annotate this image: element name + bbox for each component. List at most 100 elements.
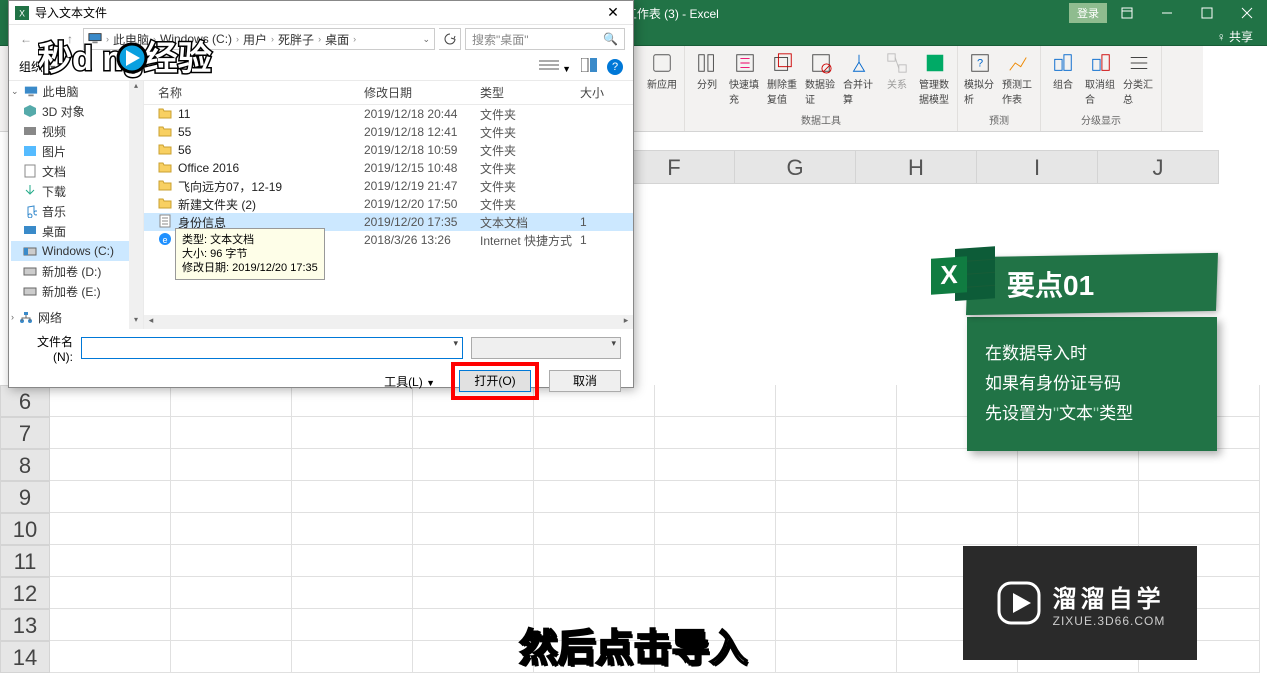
- pc-icon: [88, 32, 102, 47]
- row-14[interactable]: 14: [0, 641, 50, 673]
- forecast-sheet-button[interactable]: 预测工作表: [1002, 52, 1034, 106]
- search-icon: 🔍: [603, 32, 618, 46]
- file-row[interactable]: 112019/12/18 20:44文件夹: [144, 105, 633, 123]
- filename-input[interactable]: [81, 337, 463, 359]
- navigation-pane[interactable]: ⌄此电脑 3D 对象 视频 图片 文档 下载 音乐 桌面 Windows (C:…: [9, 81, 144, 329]
- file-date: 2019/12/20 17:50: [364, 197, 480, 211]
- data-validation-button[interactable]: 数据验证: [805, 52, 837, 106]
- nav-network[interactable]: ›网络: [11, 307, 141, 327]
- relationships-button[interactable]: 关系: [881, 52, 913, 91]
- file-type: 文件夹: [480, 160, 580, 177]
- file-row[interactable]: 飞向远方07，12-192019/12/19 21:47文件夹: [144, 177, 633, 195]
- close-icon[interactable]: [1227, 0, 1267, 26]
- breadcrumb[interactable]: ›此电脑 ›Windows (C:) ›用户 ›死胖子 ›桌面 › ⌄: [83, 28, 435, 50]
- col-G[interactable]: G: [735, 150, 856, 184]
- header-size[interactable]: 大小: [580, 84, 633, 101]
- group-button[interactable]: 组合: [1047, 52, 1079, 91]
- nav-downloads[interactable]: 下载: [11, 181, 141, 201]
- ungroup-button[interactable]: 取消组合: [1085, 52, 1117, 106]
- row-8[interactable]: 8: [0, 449, 50, 481]
- folder-icon: [158, 124, 172, 141]
- row-9[interactable]: 9: [0, 481, 50, 513]
- consolidate-button[interactable]: 合并计算: [843, 52, 875, 106]
- nav-drive-d[interactable]: 新加卷 (D:): [11, 261, 141, 281]
- file-date: 2019/12/18 20:44: [364, 107, 480, 121]
- header-type[interactable]: 类型: [480, 84, 580, 101]
- flash-fill-button[interactable]: 快速填充: [729, 52, 761, 106]
- subtotal-button[interactable]: 分类汇总: [1123, 52, 1155, 106]
- back-button[interactable]: ←: [17, 32, 35, 46]
- row-13[interactable]: 13: [0, 609, 50, 641]
- maximize-icon[interactable]: [1187, 0, 1227, 26]
- svg-text:X: X: [940, 259, 958, 290]
- tools-button[interactable]: 工具(L) ▼: [384, 373, 435, 390]
- preview-pane-icon[interactable]: [581, 58, 597, 75]
- file-list-scrollbar[interactable]: ◂▸: [144, 315, 633, 329]
- nav-drive-e[interactable]: 新加卷 (E:): [11, 281, 141, 301]
- svg-text:e: e: [162, 235, 167, 245]
- file-name: 新建文件夹 (2): [178, 196, 256, 213]
- share-button[interactable]: ♀ 共享: [1203, 26, 1267, 47]
- file-type: Internet 快捷方式: [480, 232, 580, 249]
- file-row[interactable]: 新建文件夹 (2) 2019/12/20 17:50文件夹: [144, 195, 633, 213]
- up-button[interactable]: ↑: [61, 32, 79, 46]
- file-type: 文件夹: [480, 178, 580, 195]
- folder-icon: [158, 196, 172, 213]
- what-if-button[interactable]: ?模拟分析: [964, 52, 996, 106]
- search-input[interactable]: 搜索"桌面" 🔍: [465, 28, 625, 50]
- minimize-icon[interactable]: [1147, 0, 1187, 26]
- file-list[interactable]: 名称 修改日期 类型 大小 112019/12/18 20:44文件夹55201…: [144, 81, 633, 329]
- ribbon-display-icon[interactable]: [1107, 0, 1147, 26]
- nav-videos[interactable]: 视频: [11, 121, 141, 141]
- txt-icon: [158, 214, 172, 231]
- file-date: 2019/12/20 17:35: [364, 215, 480, 229]
- row-10[interactable]: 10: [0, 513, 50, 545]
- nav-music[interactable]: 音乐: [11, 201, 141, 221]
- file-row[interactable]: Office 20162019/12/15 10:48文件夹: [144, 159, 633, 177]
- view-mode-icon[interactable]: ▼: [539, 58, 571, 75]
- open-button[interactable]: 打开(O): [459, 370, 531, 392]
- remove-duplicates-button[interactable]: 删除重复值: [767, 52, 799, 106]
- refresh-icon[interactable]: [439, 28, 461, 50]
- file-size: 1: [580, 215, 633, 229]
- nav-this-pc[interactable]: ⌄此电脑: [11, 81, 141, 101]
- organize-button[interactable]: 组织 ▼: [19, 58, 57, 75]
- watermark-url: ZIXUE.3D66.COM: [1053, 614, 1166, 628]
- row-11[interactable]: 11: [0, 545, 50, 577]
- col-J[interactable]: J: [1098, 150, 1219, 184]
- nav-windows-c[interactable]: Windows (C:): [11, 241, 141, 261]
- dialog-close-icon[interactable]: ✕: [593, 4, 633, 21]
- forward-button: →: [39, 32, 57, 46]
- nav-pictures[interactable]: 图片: [11, 141, 141, 161]
- nav-3dobjects[interactable]: 3D 对象: [11, 101, 141, 121]
- file-date: 2018/3/26 13:26: [364, 233, 480, 247]
- login-button[interactable]: 登录: [1069, 3, 1107, 23]
- manage-data-model-button[interactable]: 管理数据模型: [919, 52, 951, 106]
- dialog-titlebar[interactable]: X 导入文本文件 ✕: [9, 1, 633, 25]
- text-to-columns-button[interactable]: 分列: [691, 52, 723, 91]
- file-type: 文件夹: [480, 196, 580, 213]
- nav-documents[interactable]: 文档: [11, 161, 141, 181]
- file-row[interactable]: 552019/12/18 12:41文件夹: [144, 123, 633, 141]
- col-I[interactable]: I: [977, 150, 1098, 184]
- file-size: 1: [580, 233, 633, 247]
- nav-scrollbar[interactable]: ▴▾: [129, 81, 143, 329]
- help-icon[interactable]: ?: [607, 59, 623, 75]
- header-name[interactable]: 名称: [144, 84, 364, 101]
- row-12[interactable]: 12: [0, 577, 50, 609]
- tip-line1: 在数据导入时: [985, 339, 1199, 369]
- nav-desktop[interactable]: 桌面: [11, 221, 141, 241]
- file-date: 2019/12/18 10:59: [364, 143, 480, 157]
- file-type-filter[interactable]: [471, 337, 621, 359]
- svg-text:?: ?: [977, 58, 983, 70]
- file-row[interactable]: 562019/12/18 10:59文件夹: [144, 141, 633, 159]
- row-7[interactable]: 7: [0, 417, 50, 449]
- tip-badge-text: 要点01: [1007, 264, 1094, 304]
- excel-icon: X: [15, 6, 29, 20]
- site-watermark: 溜溜自学 ZIXUE.3D66.COM: [963, 546, 1197, 660]
- col-H[interactable]: H: [856, 150, 977, 184]
- new-app-icon[interactable]: 新应用: [646, 52, 678, 91]
- cancel-button[interactable]: 取消: [549, 370, 621, 392]
- header-date[interactable]: 修改日期: [364, 84, 480, 101]
- file-tooltip: 类型: 文本文档 大小: 96 字节 修改日期: 2019/12/20 17:3…: [175, 228, 325, 280]
